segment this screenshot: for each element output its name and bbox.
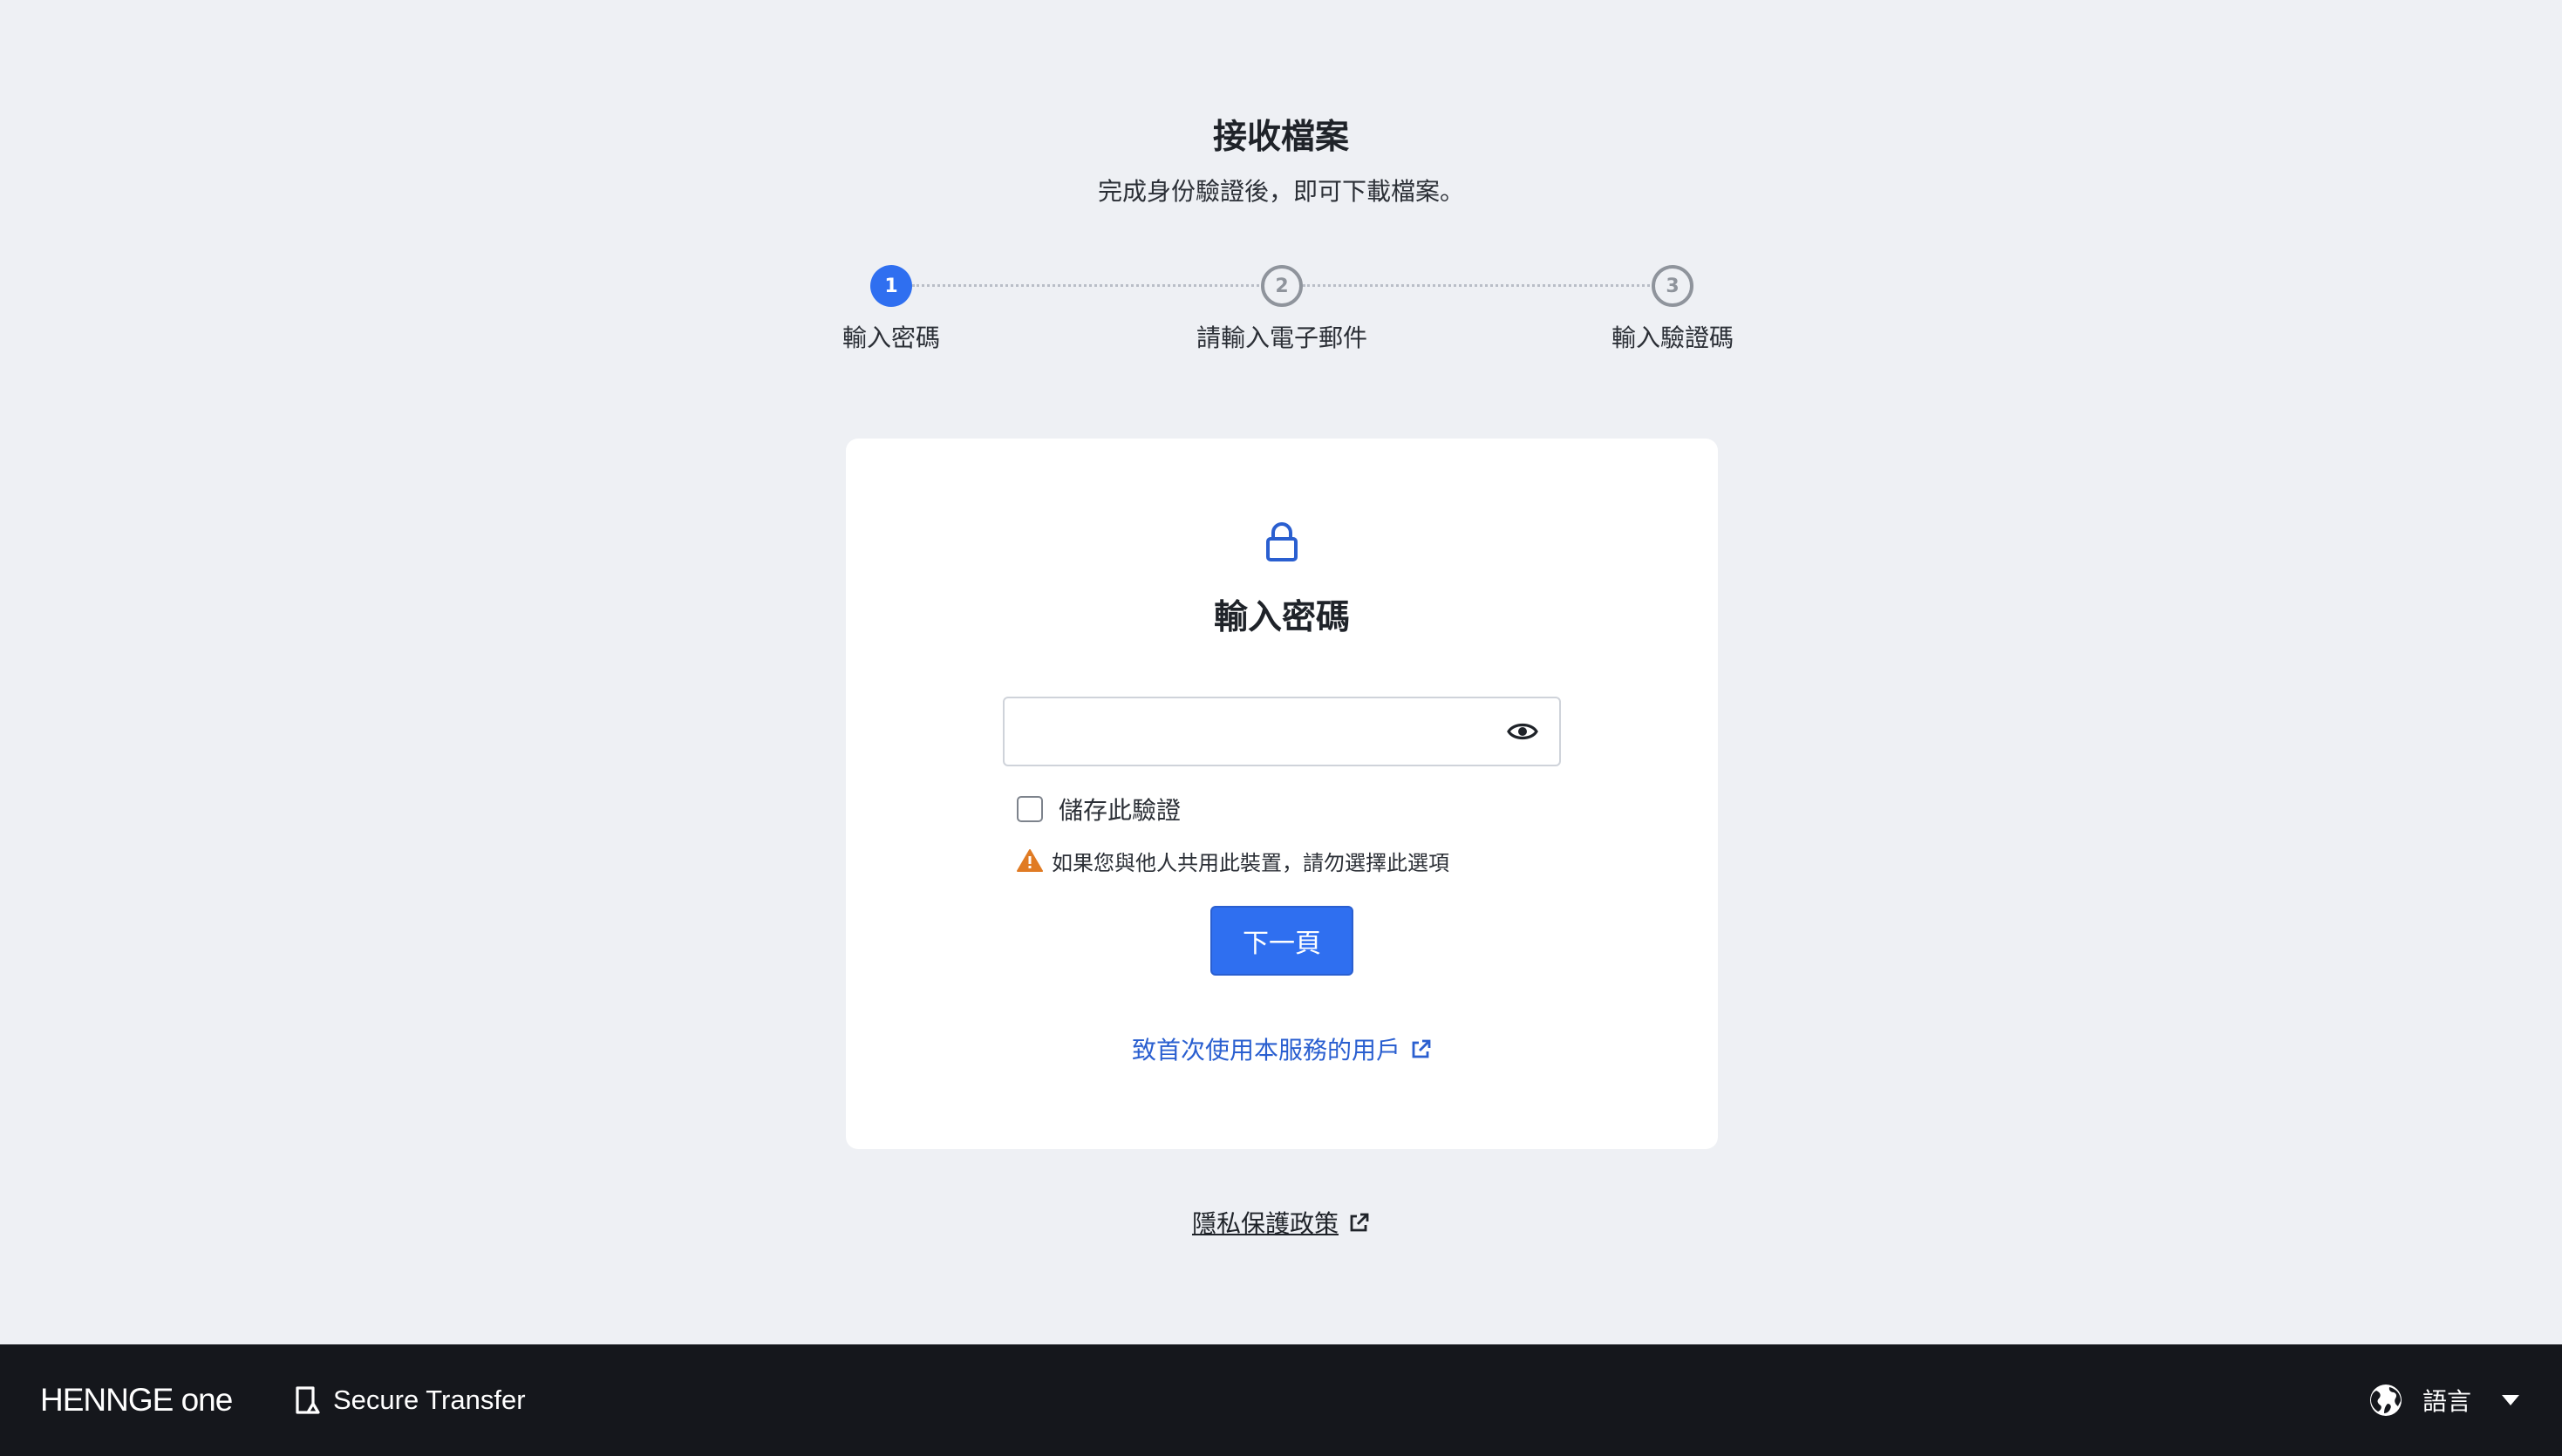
stepper: 1 2 3 輸入密碼 請輸入電子郵件 輸入驗證碼 (0, 0, 2562, 375)
step-2-indicator: 2 (1261, 265, 1303, 307)
step-2-label: 請輸入電子郵件 (1196, 323, 1367, 352)
language-label[interactable]: 語言 (2422, 1383, 2471, 1418)
henngeone-logo: HENNGE one (40, 1382, 233, 1418)
external-link-icon[interactable] (1347, 1212, 1370, 1235)
step-3-label: 輸入驗證碼 (1611, 323, 1734, 352)
password-card: 輸入密碼 儲存此驗證 如果您與他人共用此裝置，請勿選擇此選項 下一頁 致首次使用… (846, 439, 1718, 1149)
step-1-label: 輸入密碼 (842, 323, 940, 352)
password-input[interactable] (1017, 707, 1491, 758)
first-time-user-link-text[interactable]: 致首次使用本服務的用戶 (1132, 1036, 1400, 1065)
product-name: Secure Transfer (333, 1385, 526, 1415)
remember-label[interactable]: 儲存此驗證 (1059, 792, 1181, 827)
step-1-indicator: 1 (870, 265, 912, 307)
password-field[interactable] (1003, 697, 1561, 766)
document-icon (296, 1386, 320, 1414)
privacy-policy-link[interactable]: 隱私保護政策 (0, 1205, 2562, 1243)
step-connector-1-2 (912, 284, 1259, 287)
step-connector-2-3 (1303, 284, 1650, 287)
main-content: 接收檔案 完成身份驗證後，即可下載檔案。 1 2 3 輸入密碼 請輸入電子郵件 … (0, 0, 2562, 1344)
lock-icon (1266, 522, 1298, 561)
footer: HENNGE one Secure Transfer 語言 (0, 1344, 2562, 1456)
language-selector[interactable]: 語言 (2368, 1376, 2520, 1425)
caret-down-icon[interactable] (2501, 1394, 2520, 1406)
next-button[interactable]: 下一頁 (1210, 906, 1353, 976)
remember-option[interactable]: 儲存此驗證 (1017, 789, 1181, 829)
warning-icon (1017, 849, 1043, 872)
step-3-indicator: 3 (1652, 265, 1693, 307)
eye-icon[interactable] (1507, 718, 1538, 745)
remember-checkbox[interactable] (1017, 796, 1043, 822)
first-time-user-link[interactable]: 致首次使用本服務的用戶 (846, 1031, 1718, 1070)
privacy-policy-link-text[interactable]: 隱私保護政策 (1192, 1209, 1339, 1238)
card-title: 輸入密碼 (1213, 598, 1350, 637)
globe-icon[interactable] (2368, 1383, 2403, 1418)
shared-device-warning: 如果您與他人共用此裝置，請勿選擇此選項 (1017, 843, 1449, 878)
product-label: Secure Transfer (295, 1376, 526, 1425)
external-link-icon[interactable] (1409, 1038, 1432, 1061)
warning-text: 如果您與他人共用此裝置，請勿選擇此選項 (1052, 850, 1449, 875)
